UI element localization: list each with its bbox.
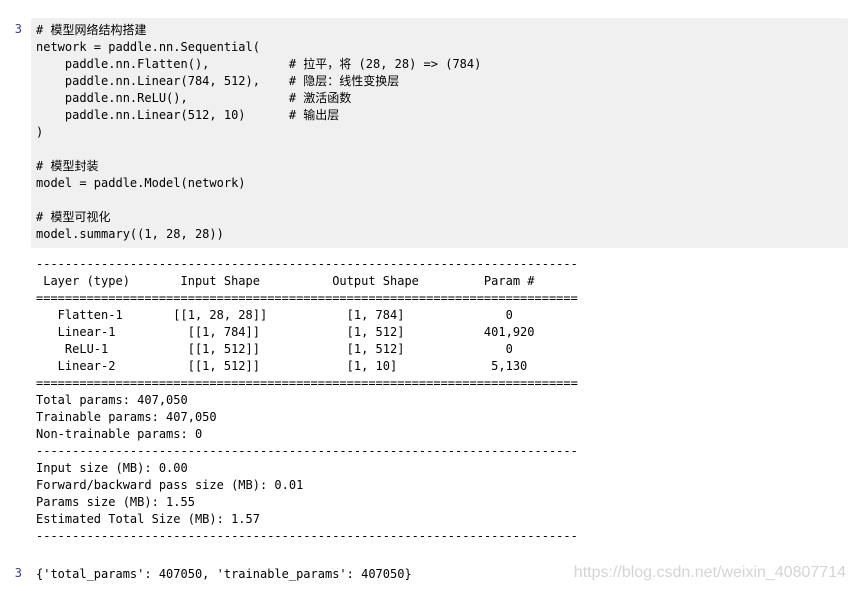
code-line: model.summary((1, 28, 28)) <box>36 227 224 241</box>
stdout-line: ========================================… <box>36 376 578 390</box>
stdout-line: Input size (MB): 0.00 <box>36 461 188 475</box>
code-line: paddle.nn.Linear(784, 512), # 隐层：线性变换层 <box>36 74 400 88</box>
stdout-line: Estimated Total Size (MB): 1.57 <box>36 512 260 526</box>
output-result: {'total_params': 407050, 'trainable_para… <box>36 567 412 581</box>
code-line: # 模型封装 <box>36 159 99 173</box>
stdout-line: Params size (MB): 1.55 <box>36 495 195 509</box>
code-line: # 模型网络结构搭建 <box>36 23 147 37</box>
code-line: ) <box>36 125 44 139</box>
input-prompt: 3 <box>14 22 22 36</box>
stdout-output: ----------------------------------------… <box>0 256 856 546</box>
code-line: paddle.nn.Flatten(), # 拉平，将 (28, 28) => … <box>36 57 482 71</box>
stdout-line: Non-trainable params: 0 <box>36 427 203 441</box>
input-cell[interactable]: 3 # 模型网络结构搭建 network = paddle.nn.Sequent… <box>0 0 856 250</box>
stdout-line: ----------------------------------------… <box>36 444 578 458</box>
stdout-line: Layer (type) Input Shape Output Shape Pa… <box>36 274 535 288</box>
stdout-line: Total params: 407,050 <box>36 393 188 407</box>
stdout-line: ----------------------------------------… <box>36 529 578 543</box>
code-line: network = paddle.nn.Sequential( <box>36 40 260 54</box>
stdout-line: Forward/backward pass size (MB): 0.01 <box>36 478 304 492</box>
stdout-line: Linear-1 [[1, 784]] [1, 512] 401,920 <box>36 325 535 339</box>
output-prompt: 3 <box>14 566 22 580</box>
code-line: # 模型可视化 <box>36 210 111 224</box>
code-line: paddle.nn.ReLU(), # 激活函数 <box>36 91 352 105</box>
watermark: https://blog.csdn.net/weixin_40807714 <box>573 564 846 581</box>
code-line: paddle.nn.Linear(512, 10) # 输出层 <box>36 108 340 122</box>
stdout-line: Linear-2 [[1, 512]] [1, 10] 5,130 <box>36 359 528 373</box>
stdout-line: Trainable params: 407,050 <box>36 410 217 424</box>
stdout-line: ========================================… <box>36 291 578 305</box>
stdout-line: ----------------------------------------… <box>36 257 578 271</box>
stdout-line: Flatten-1 [[1, 28, 28]] [1, 784] 0 <box>36 308 513 322</box>
stdout-line: ReLU-1 [[1, 512]] [1, 512] 0 <box>36 342 513 356</box>
code-line: model = paddle.Model(network) <box>36 176 246 190</box>
